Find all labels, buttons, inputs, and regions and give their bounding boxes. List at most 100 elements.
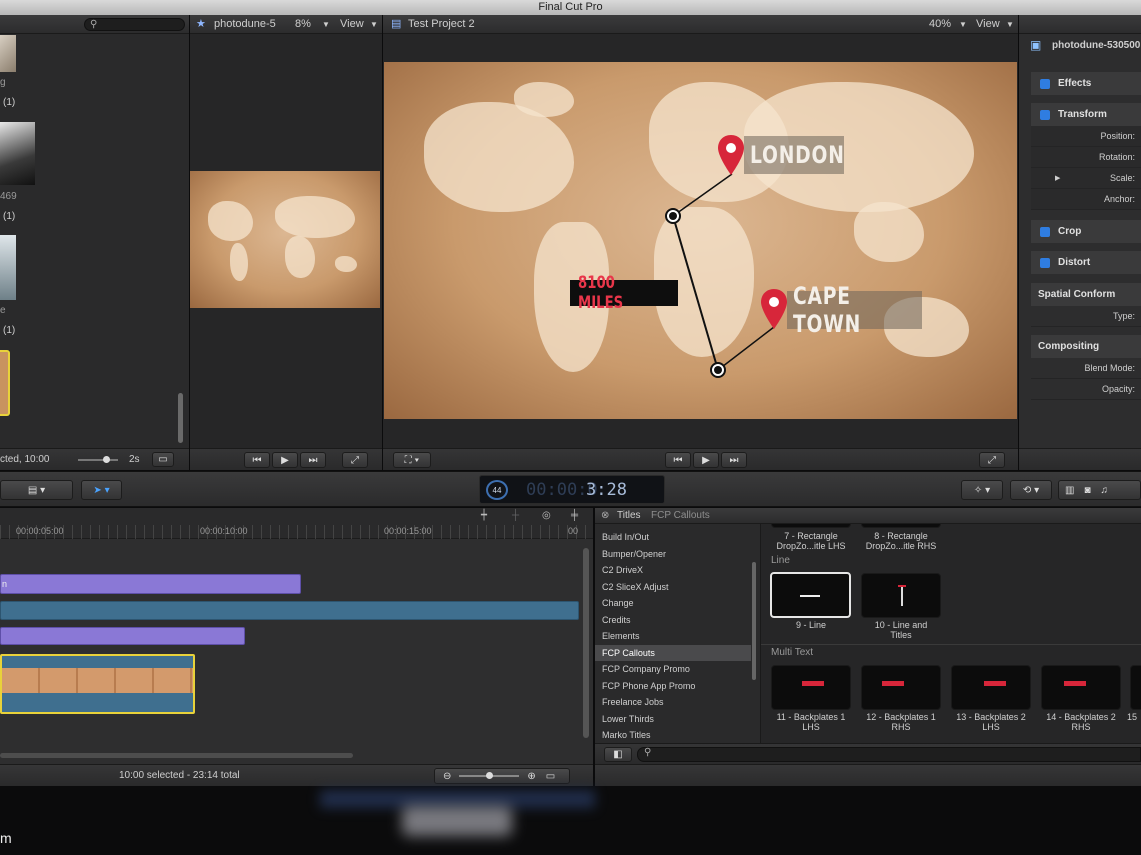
timeline-vscroll[interactable] — [583, 548, 589, 738]
blend-mode-prop[interactable]: Blend Mode: — [1031, 358, 1141, 379]
snapping-icon[interactable]: ┿ — [481, 510, 487, 521]
fullscreen-button[interactable]: ⤢ — [979, 452, 1005, 468]
category-item-selected[interactable]: FCP Callouts — [595, 644, 751, 661]
camera-icon[interactable]: ◙ — [1084, 485, 1090, 496]
transform-section[interactable]: Transform — [1031, 103, 1141, 126]
clip-thumbnail-selected[interactable] — [0, 350, 10, 416]
chevron-down-icon[interactable]: ▼ — [1006, 15, 1014, 34]
timeline-zoom-knob[interactable] — [486, 772, 494, 779]
spatial-type-prop[interactable]: Type: — [1031, 306, 1141, 327]
clip-appearance-icon[interactable]: ▭ — [546, 771, 555, 782]
dashboard: 44 00:00:0 3:28 — [479, 475, 665, 504]
category-item[interactable]: Bumper/Opener — [595, 546, 751, 563]
category-item[interactable]: Build In/Out — [595, 529, 751, 546]
title-thumbnail-line[interactable] — [770, 572, 851, 618]
primary-video-clip[interactable] — [0, 654, 195, 714]
category-item[interactable]: Elements — [595, 628, 751, 645]
zoom-out-icon[interactable]: ⊖ — [443, 771, 451, 782]
transform-checkbox[interactable] — [1040, 109, 1050, 120]
title-thumbnail[interactable] — [771, 524, 851, 528]
browser-search-field[interactable]: ⚲ — [84, 18, 185, 31]
timeline-selection-status: 10:00 selected - 23:14 total — [119, 770, 240, 781]
play-button[interactable]: ▶ — [272, 452, 298, 468]
zoom-slider-knob[interactable] — [103, 456, 110, 463]
effects-section[interactable]: Effects — [1031, 72, 1141, 95]
chevron-down-icon[interactable]: ▼ — [370, 15, 378, 34]
play-button[interactable]: ▶ — [693, 452, 719, 468]
compositing-props: Blend Mode: Opacity: — [1031, 358, 1141, 400]
background-clip[interactable] — [0, 601, 579, 620]
next-edit-button[interactable]: ⏭ — [721, 452, 747, 468]
title-thumbnail[interactable] — [861, 665, 941, 710]
audio-skimming-icon[interactable]: ╪ — [571, 510, 578, 521]
disclosure-triangle-icon[interactable]: ▶ — [1055, 168, 1060, 189]
scale-prop[interactable]: ▶ Scale: — [1031, 168, 1141, 189]
category-item[interactable]: Credits — [595, 612, 751, 629]
crop-section[interactable]: Crop — [1031, 220, 1141, 243]
clip-thumbnail-3[interactable] — [0, 235, 16, 300]
background-tasks-indicator[interactable]: 44 — [486, 480, 508, 500]
chevron-down-icon[interactable]: ▼ — [322, 15, 330, 34]
crop-checkbox[interactable] — [1040, 226, 1050, 237]
previous-edit-button[interactable]: ⏮ — [665, 452, 691, 468]
next-edit-button[interactable]: ⏭ — [300, 452, 326, 468]
event-zoom[interactable]: 8% — [295, 15, 311, 34]
category-item[interactable]: FCP Phone App Promo — [595, 678, 751, 695]
retime-button[interactable]: ⟲ ▾ — [1010, 480, 1052, 500]
category-item[interactable]: C2 DriveX — [595, 562, 751, 579]
category-item[interactable]: Lower Thirds — [595, 711, 751, 728]
skimming-icon[interactable]: ┼ — [512, 510, 519, 521]
timeline-zoom-control[interactable]: ⊖ ⊕ ▭ — [434, 768, 570, 784]
position-prop[interactable]: Position: — [1031, 126, 1141, 147]
title-thumbnail[interactable] — [1041, 665, 1121, 710]
fullscreen-button[interactable]: ⤢ — [342, 452, 368, 468]
clip-label: g — [0, 77, 6, 88]
sidebar-toggle-button[interactable]: ◧ — [604, 747, 632, 762]
category-item[interactable]: Change — [595, 595, 751, 612]
previous-edit-button[interactable]: ⏮ — [244, 452, 270, 468]
zoom-slider[interactable] — [78, 456, 118, 463]
opacity-prop[interactable]: Opacity: — [1031, 379, 1141, 400]
effects-checkbox[interactable] — [1040, 78, 1050, 89]
title-clip-2[interactable] — [0, 627, 245, 645]
timeline-hscroll[interactable] — [0, 753, 353, 758]
select-tool-button[interactable]: ➤ ▾ — [81, 480, 122, 500]
music-icon[interactable]: ♫ — [1101, 485, 1109, 496]
title-thumbnail[interactable] — [861, 524, 941, 528]
clip-appearance-button[interactable]: ▭ — [152, 452, 174, 467]
title-thumbnail[interactable] — [1130, 665, 1141, 710]
category-scrollbar[interactable] — [752, 562, 756, 680]
title-clip-1[interactable]: n — [0, 574, 301, 594]
transform-tool-button[interactable]: ⛶ ▾ — [393, 452, 431, 468]
media-browser-buttons[interactable]: ▥ ◙ ♫ — [1058, 480, 1141, 500]
event-view-menu[interactable]: View — [340, 15, 364, 34]
category-item[interactable]: FCP Company Promo — [595, 661, 751, 678]
image-icon: ▣ — [1030, 38, 1042, 52]
rotation-prop[interactable]: Rotation: — [1031, 147, 1141, 168]
clip-thumbnail-2[interactable] — [0, 122, 35, 185]
title-thumbnail-line-titles[interactable] — [861, 573, 941, 618]
timecode-display[interactable]: 3:28 — [586, 480, 627, 500]
title-thumbnail[interactable] — [771, 665, 851, 710]
solo-icon[interactable]: ◎ — [542, 510, 551, 521]
timeline-zoom-slider[interactable] — [459, 772, 520, 779]
titles-category-label: FCP Callouts — [651, 510, 710, 521]
category-item[interactable]: Freelance Jobs — [595, 694, 751, 711]
category-item[interactable]: Marko Titles — [595, 727, 751, 744]
anchor-prop[interactable]: Anchor: — [1031, 189, 1141, 210]
close-icon[interactable]: ⊗ — [601, 508, 609, 524]
chevron-down-icon[interactable]: ▼ — [959, 15, 967, 34]
project-view-menu[interactable]: View — [976, 15, 1000, 34]
library-icon[interactable]: ▥ — [1065, 485, 1074, 496]
zoom-in-icon[interactable]: ⊕ — [527, 771, 535, 782]
title-thumbnail[interactable] — [951, 665, 1031, 710]
clip-thumbnail-1[interactable] — [0, 35, 16, 72]
enhancements-button[interactable]: ✧ ▾ — [961, 480, 1003, 500]
titles-search-field[interactable]: ⚲ — [637, 747, 1141, 762]
browser-scrollbar[interactable] — [178, 393, 183, 443]
edit-mode-buttons[interactable]: ▤ ▾ — [0, 480, 73, 500]
distort-checkbox[interactable] — [1040, 257, 1050, 268]
distort-section[interactable]: Distort — [1031, 251, 1141, 274]
category-item[interactable]: C2 SliceX Adjust — [595, 579, 751, 596]
project-zoom[interactable]: 40% — [929, 15, 951, 34]
